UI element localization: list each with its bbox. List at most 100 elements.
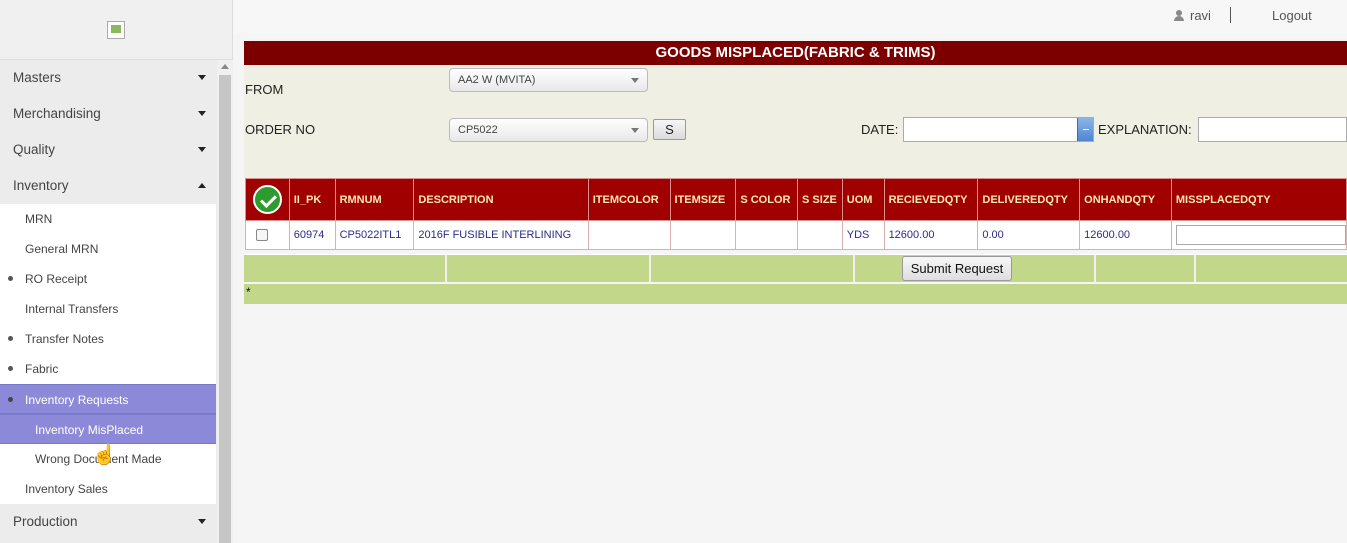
sidebar-item-label: RO Receipt	[25, 272, 88, 286]
sidebar-item-internal-transfers[interactable]: Internal Transfers	[0, 294, 216, 324]
page-title: GOODS MISPLACED(FABRIC & TRIMS)	[244, 41, 1347, 65]
col-description: DESCRIPTION	[413, 178, 589, 221]
col-recievedqty: RECIEVEDQTY	[883, 178, 979, 221]
from-select-value: AA2 W (MVITA)	[458, 74, 536, 86]
cell-s-color	[735, 220, 799, 250]
caret-down-icon	[198, 147, 206, 152]
order-no-select-value: CP5022	[458, 124, 498, 136]
sidebar-item-label: Fabric	[25, 362, 59, 376]
col-itemcolor: ITEMCOLOR	[587, 178, 671, 221]
dropdown-arrow-icon	[631, 128, 639, 133]
sidebar-item-general-mrn[interactable]: General MRN	[0, 234, 216, 264]
from-select[interactable]: AA2 W (MVITA)	[449, 68, 648, 92]
sidebar-item-label: Inventory Sales	[25, 482, 108, 496]
menu-quality[interactable]: Quality	[0, 132, 216, 168]
search-order-button[interactable]: S	[653, 119, 686, 140]
cell-itemcolor	[587, 220, 671, 250]
dropdown-arrow-icon	[631, 78, 639, 83]
order-no-label: ORDER NO	[245, 122, 316, 137]
footer-cell	[447, 255, 651, 283]
sidebar-item-label: MRN	[25, 212, 53, 226]
filter-form: FROM AA2 W (MVITA) ORDER NO CP5022 S DAT…	[244, 65, 1347, 178]
sidebar-item-mrn[interactable]: MRN	[0, 204, 216, 234]
hand-cursor-icon: ☝	[92, 444, 117, 466]
explanation-label: EXPLANATION:	[1098, 122, 1192, 137]
footer-cell	[1096, 255, 1196, 283]
menu-label: Production	[13, 514, 78, 529]
sidebar-item-label: Transfer Notes	[25, 332, 104, 346]
table-row: 60974 CP5022ITL1 2016F FUSIBLE INTERLINI…	[245, 220, 1347, 250]
col-deliveredqty: DELIVEREDQTY	[977, 178, 1081, 221]
items-table: II_PK RMNUM DESCRIPTION ITEMCOLOR ITEMSI…	[245, 178, 1347, 250]
main-content: GOODS MISPLACED(FABRIC & TRIMS) FROM AA2…	[244, 41, 1347, 543]
cell-onhandqty: 12600.00	[1079, 220, 1172, 250]
caret-down-icon	[198, 111, 206, 116]
bullet-icon	[8, 366, 13, 371]
sidebar-item-inventory-sales[interactable]: Inventory Sales	[0, 474, 216, 504]
bullet-icon	[8, 336, 13, 341]
menu-label: Inventory	[13, 178, 69, 193]
top-bar: ravi Logout	[234, 0, 1347, 33]
row-checkbox-cell	[245, 220, 290, 250]
sidebar-item-inventory-requests[interactable]: Inventory Requests	[0, 384, 216, 414]
sidebar-item-inventory-misplaced[interactable]: Inventory MisPlaced	[0, 414, 216, 444]
cell-uom: YDS	[841, 220, 885, 250]
caret-down-icon	[198, 75, 206, 80]
bullet-icon	[8, 397, 13, 402]
col-s-size: S SIZE	[797, 178, 843, 221]
sidebar-scrollbar[interactable]	[217, 60, 233, 543]
menu-production[interactable]: Production	[0, 504, 216, 540]
sidebar-item-fabric[interactable]: Fabric	[0, 354, 216, 384]
order-no-select[interactable]: CP5022	[449, 118, 648, 142]
broken-image-icon	[107, 20, 125, 39]
logout-link[interactable]: Logout	[1272, 8, 1312, 23]
cell-description: 2016F FUSIBLE INTERLINING	[413, 220, 589, 250]
sidebar-item-label: General MRN	[25, 242, 99, 256]
logo	[0, 0, 232, 60]
divider	[1230, 7, 1231, 23]
col-uom: UOM	[841, 178, 885, 221]
select-all-check-icon[interactable]	[252, 185, 282, 214]
sidebar-item-label: Inventory MisPlaced	[35, 423, 144, 437]
date-picker-button[interactable]	[1077, 118, 1093, 141]
col-s-color: S COLOR	[735, 178, 799, 221]
col-ii-pk: II_PK	[288, 178, 336, 221]
select-all-header[interactable]	[245, 178, 290, 221]
cell-missplacedqty	[1170, 220, 1347, 250]
date-input[interactable]	[903, 117, 1094, 142]
sidebar: Masters Merchandising Quality Inventory …	[0, 0, 233, 543]
col-missplacedqty: MISSPLACEDQTY	[1170, 178, 1347, 221]
scrollbar-thumb[interactable]	[219, 75, 231, 543]
sidebar-item-label: Internal Transfers	[25, 302, 119, 316]
scroll-up-arrow-icon[interactable]	[221, 64, 229, 69]
cell-itemsize	[669, 220, 737, 250]
col-itemsize: ITEMSIZE	[669, 178, 737, 221]
footer-cell	[651, 255, 855, 283]
footer-note: *	[244, 284, 1347, 304]
user-menu[interactable]: ravi	[1174, 8, 1211, 23]
missplacedqty-input[interactable]	[1175, 225, 1346, 245]
menu-label: Quality	[13, 142, 56, 157]
cell-recievedqty: 12600.00	[883, 220, 979, 250]
from-label: FROM	[245, 82, 284, 97]
footer-cell	[244, 255, 447, 283]
menu-masters[interactable]: Masters	[0, 60, 216, 96]
col-rmnum: RMNUM	[334, 178, 415, 221]
menu-label: Merchandising	[13, 106, 101, 121]
table-header-row: II_PK RMNUM DESCRIPTION ITEMCOLOR ITEMSI…	[245, 178, 1347, 221]
user-name: ravi	[1190, 8, 1211, 23]
cell-deliveredqty: 0.00	[977, 220, 1081, 250]
submit-request-button[interactable]: Submit Request	[902, 256, 1012, 281]
menu-merchandising[interactable]: Merchandising	[0, 96, 216, 132]
sidebar-item-transfer-notes[interactable]: Transfer Notes	[0, 324, 216, 354]
caret-down-icon	[198, 519, 206, 524]
explanation-input[interactable]	[1198, 117, 1347, 142]
sidebar-item-label: Inventory Requests	[25, 393, 129, 407]
col-onhandqty: ONHANDQTY	[1079, 178, 1172, 221]
menu-label: Masters	[13, 70, 62, 85]
footer-row: Submit Request	[244, 254, 1347, 283]
sidebar-item-ro-receipt[interactable]: RO Receipt	[0, 264, 216, 294]
cell-s-size	[797, 220, 843, 250]
menu-inventory[interactable]: Inventory	[0, 168, 216, 204]
row-checkbox[interactable]	[256, 229, 268, 241]
